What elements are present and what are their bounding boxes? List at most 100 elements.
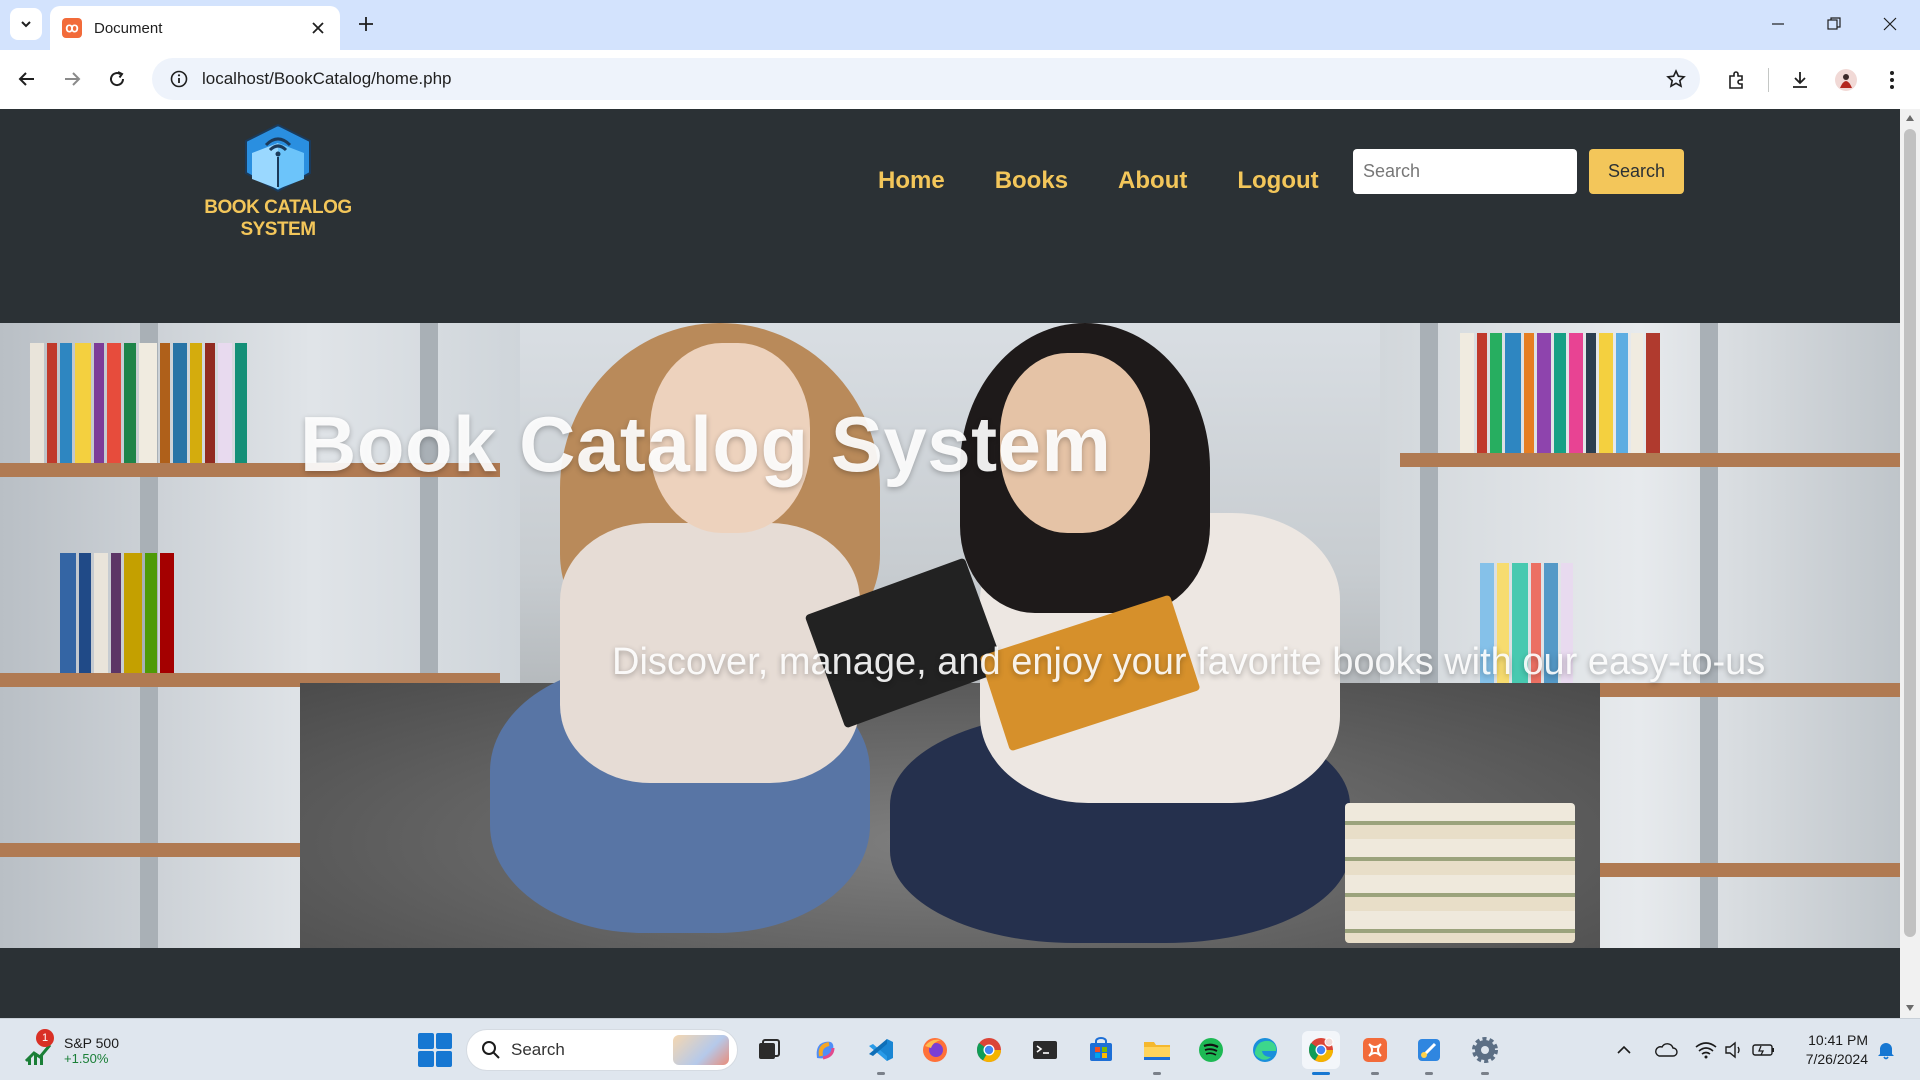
extensions-button[interactable] xyxy=(1718,62,1754,98)
store-button[interactable] xyxy=(1082,1031,1120,1069)
hero-subtitle: Discover, manage, and enjoy your favorit… xyxy=(612,641,1766,683)
volume-icon xyxy=(1725,1041,1740,1059)
triangle-down-icon xyxy=(1906,1005,1914,1011)
vscode-button[interactable] xyxy=(862,1031,900,1075)
address-bar[interactable]: localhost/BookCatalog/home.php xyxy=(152,58,1700,100)
nav-logout[interactable]: Logout xyxy=(1237,167,1318,195)
chevron-up-icon xyxy=(1617,1045,1631,1054)
firefox-button[interactable] xyxy=(916,1031,954,1069)
reload-button[interactable] xyxy=(100,62,134,96)
settings-icon xyxy=(1472,1037,1498,1063)
book-stack xyxy=(1345,803,1575,943)
battery-tray[interactable] xyxy=(1750,1033,1778,1067)
chrome-icon xyxy=(977,1038,1001,1063)
back-button[interactable] xyxy=(10,62,44,96)
url-text[interactable]: localhost/BookCatalog/home.php xyxy=(202,69,1658,89)
site-logo[interactable]: BOOK CATALOG SYSTEM xyxy=(186,123,370,240)
more-vertical-icon xyxy=(1890,71,1894,89)
show-hidden-icons-button[interactable] xyxy=(1610,1033,1638,1067)
minimize-button[interactable] xyxy=(1750,0,1806,48)
logo-text: BOOK CATALOG SYSTEM xyxy=(204,197,352,240)
triangle-up-icon xyxy=(1906,115,1914,121)
taskbar-search-label: Search xyxy=(511,1040,565,1059)
info-icon xyxy=(170,70,188,88)
file-explorer-icon xyxy=(1144,1042,1170,1060)
stock-name: S&P 500 xyxy=(64,1034,120,1051)
page-viewport: BOOK CATALOG SYSTEM Home Books About Log… xyxy=(0,109,1920,1018)
terminal-button[interactable] xyxy=(1026,1031,1064,1069)
nav-about[interactable]: About xyxy=(1118,167,1187,195)
spotify-button[interactable] xyxy=(1192,1031,1230,1069)
tab-search-button[interactable] xyxy=(10,8,42,40)
close-icon xyxy=(1883,17,1897,31)
spotify-icon xyxy=(1199,1038,1223,1062)
xampp-icon xyxy=(1363,1038,1387,1062)
downloads-button[interactable] xyxy=(1782,62,1818,98)
clock-date: 7/26/2024 xyxy=(1805,1051,1868,1067)
taskbar-clock[interactable]: 10:41 PM 7/26/2024 xyxy=(1796,1031,1868,1069)
battery-icon xyxy=(1752,1044,1774,1056)
store-icon xyxy=(1090,1037,1112,1061)
restore-button[interactable] xyxy=(1806,0,1862,48)
hero-title: Book Catalog System xyxy=(300,400,1112,488)
wifi-tray[interactable] xyxy=(1692,1033,1720,1067)
new-tab-button[interactable] xyxy=(352,10,380,38)
search-button[interactable]: Search xyxy=(1589,149,1684,194)
tab-title: Document xyxy=(94,19,163,37)
page-footer-area xyxy=(0,948,1900,1018)
reload-icon xyxy=(110,71,125,87)
settings-button[interactable] xyxy=(1466,1031,1504,1075)
paint-icon xyxy=(1418,1039,1440,1061)
vscode-icon xyxy=(869,1039,893,1061)
arrow-right-icon xyxy=(65,72,81,86)
file-explorer-button[interactable] xyxy=(1138,1031,1176,1075)
download-icon xyxy=(1793,72,1807,88)
edge-icon xyxy=(1253,1038,1277,1062)
scroll-up-button[interactable] xyxy=(1904,111,1916,125)
chrome-button[interactable] xyxy=(970,1031,1008,1069)
clock-time: 10:41 PM xyxy=(1808,1032,1868,1048)
wifi-icon xyxy=(1695,1042,1717,1059)
onedrive-icon xyxy=(1655,1043,1678,1057)
close-icon xyxy=(312,22,324,34)
search-highlight-image xyxy=(673,1035,729,1065)
forward-button[interactable] xyxy=(55,62,89,96)
browser-menu-button[interactable] xyxy=(1874,62,1910,98)
chrome-profile-button[interactable] xyxy=(1302,1031,1340,1075)
onedrive-tray[interactable] xyxy=(1652,1033,1680,1067)
xampp-icon: ꝏ xyxy=(62,18,82,38)
scrollbar-thumb[interactable] xyxy=(1904,129,1916,937)
paint-button[interactable] xyxy=(1410,1031,1448,1075)
notifications-button[interactable] xyxy=(1874,1037,1898,1063)
close-window-button[interactable] xyxy=(1862,0,1918,48)
restore-icon xyxy=(1827,17,1841,30)
nav-books[interactable]: Books xyxy=(995,167,1068,195)
task-view-button[interactable] xyxy=(750,1031,788,1069)
taskbar-search[interactable]: Search xyxy=(466,1029,738,1071)
firefox-icon xyxy=(923,1038,947,1062)
scroll-down-button[interactable] xyxy=(1904,1001,1916,1015)
copilot-button[interactable] xyxy=(806,1031,844,1069)
xampp-button[interactable] xyxy=(1356,1031,1394,1075)
windows-taskbar: 1 S&P 500 +1.50% Search 10:41 PM 7/26/20… xyxy=(0,1018,1920,1080)
edge-button[interactable] xyxy=(1246,1031,1284,1069)
tab-close-button[interactable] xyxy=(308,18,328,38)
bookmark-button[interactable] xyxy=(1658,61,1694,97)
stock-widget[interactable]: 1 S&P 500 +1.50% xyxy=(22,1029,119,1071)
chevron-down-icon xyxy=(21,21,31,28)
copilot-icon xyxy=(816,1041,835,1060)
stock-change: +1.50% xyxy=(64,1050,109,1066)
search-input[interactable] xyxy=(1353,149,1577,194)
volume-tray[interactable] xyxy=(1720,1033,1748,1067)
bell-icon xyxy=(1878,1043,1894,1060)
site-info-button[interactable] xyxy=(168,68,190,90)
notification-badge: 1 xyxy=(36,1029,54,1047)
profile-button[interactable] xyxy=(1828,62,1864,98)
browser-tab-active[interactable]: ꝏ Document xyxy=(50,6,340,50)
nav-home[interactable]: Home xyxy=(878,167,945,195)
stock-chart-icon: 1 xyxy=(22,1029,56,1067)
start-button[interactable] xyxy=(418,1033,452,1067)
browser-tab-strip: ꝏ Document xyxy=(0,0,1920,50)
arrow-left-icon xyxy=(18,72,34,86)
page-scrollbar[interactable] xyxy=(1900,109,1920,1018)
